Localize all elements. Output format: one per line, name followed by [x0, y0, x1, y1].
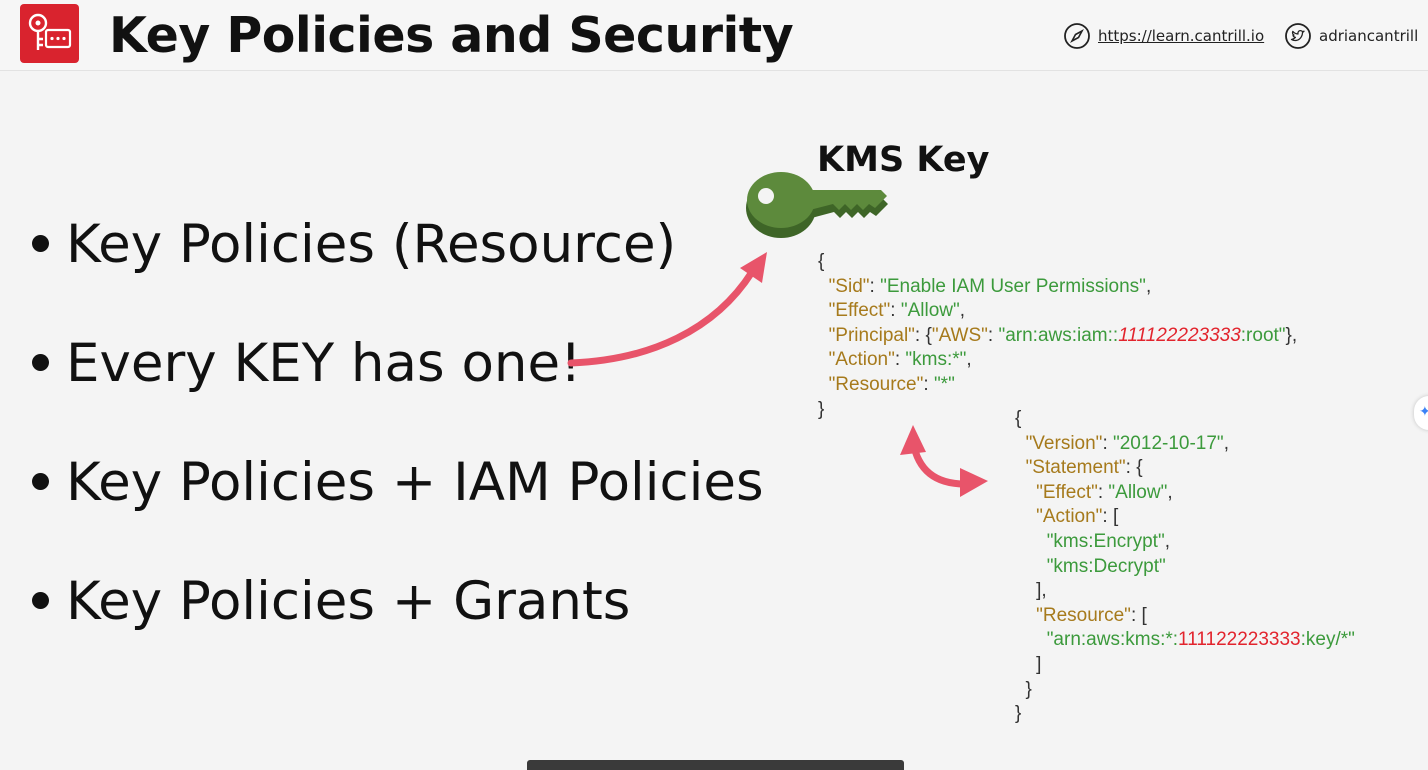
side-widget-icon: ✦ — [1419, 404, 1428, 420]
iam-policy-json: { "Version": "2012-10-17", "Statement": … — [1015, 408, 1355, 725]
key-policy-json: { "Sid": "Enable IAM User Permissions", … — [818, 251, 1298, 420]
double-arrow-head-up — [900, 425, 926, 455]
bottom-control-bar[interactable] — [527, 760, 904, 770]
arrow-to-key — [567, 268, 756, 367]
double-arrow-head-right — [960, 468, 988, 497]
